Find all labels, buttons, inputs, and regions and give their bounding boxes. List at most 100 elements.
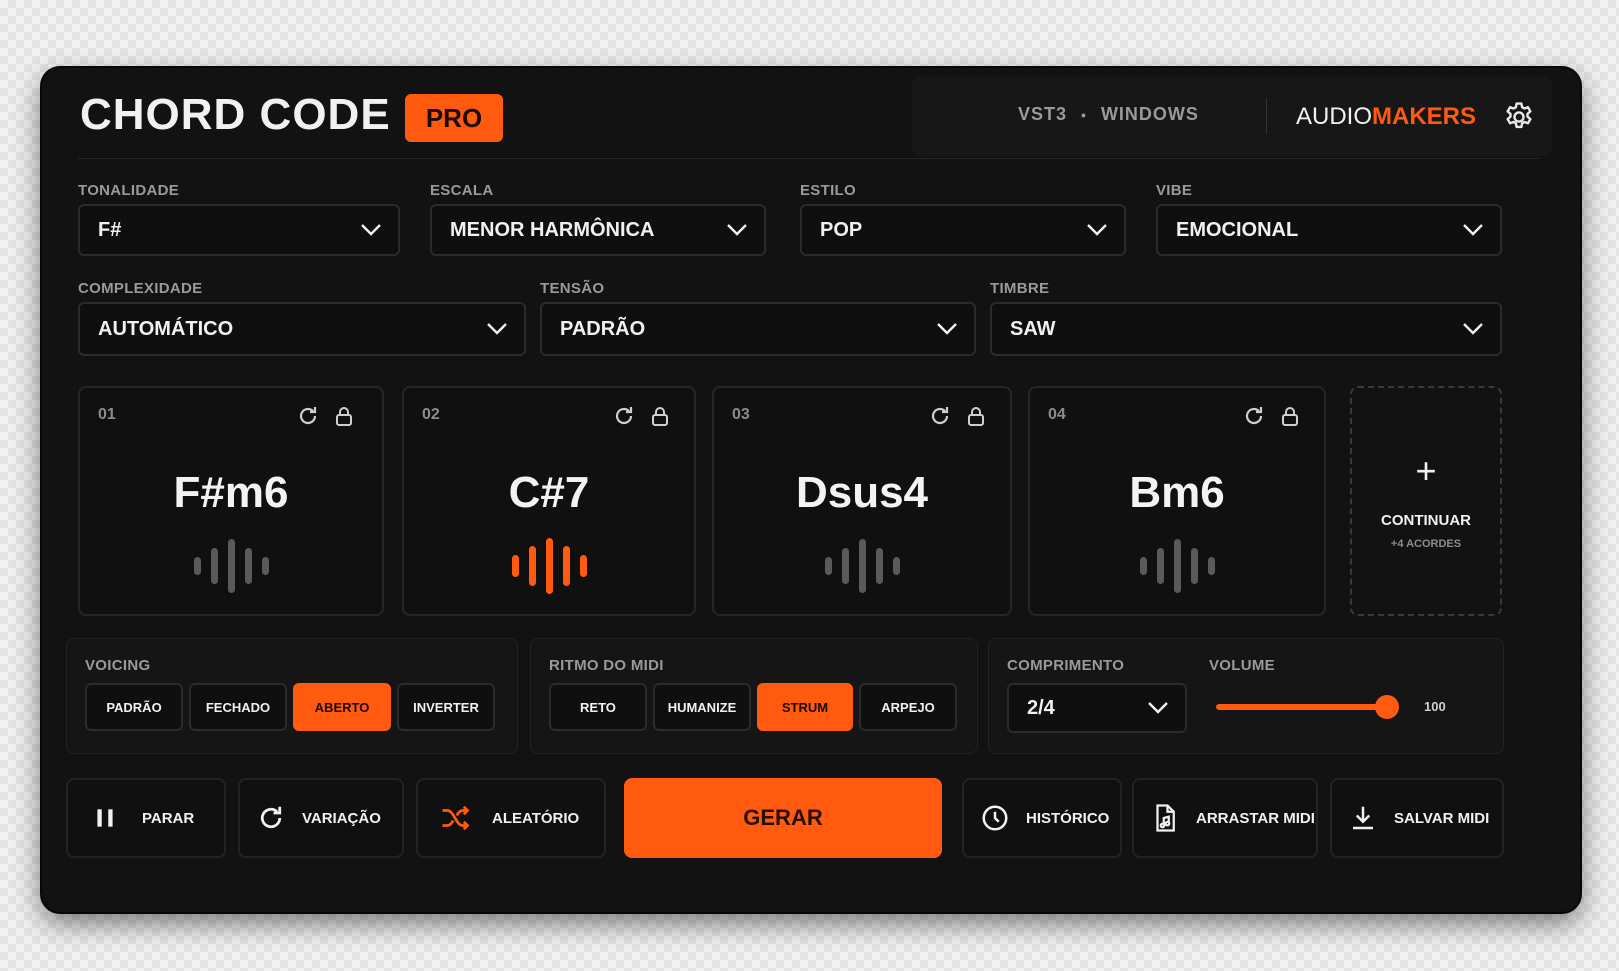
chevron-down-icon (361, 224, 381, 236)
shuffle-icon (440, 803, 470, 833)
logo-part-2: MAKERS (1372, 103, 1477, 130)
audio-makers-logo: AUDIOMAKERS (1296, 103, 1476, 131)
continue-sublabel: +4 ACORDES (1390, 538, 1462, 550)
volume-value: 100 (1424, 699, 1446, 714)
voicing-option-aberto[interactable]: ABERTO (293, 683, 391, 731)
lock-icon[interactable] (964, 404, 988, 428)
chevron-down-icon (1463, 323, 1483, 335)
continue-label: CONTINUAR (1381, 512, 1471, 529)
chevron-down-icon (1148, 702, 1168, 714)
midi-file-icon (1150, 803, 1180, 833)
length-label: COMPRIMENTO (1007, 657, 1125, 674)
regenerate-icon[interactable] (928, 404, 952, 428)
download-icon (1348, 803, 1378, 833)
tonalidade-label: TONALIDADE (78, 182, 180, 199)
gear-icon[interactable] (1502, 100, 1536, 134)
voicing-group: VOICING PADRÃO FECHADO ABERTO INVERTER (66, 638, 518, 754)
waveform-icon (714, 538, 1010, 594)
rhythm-option-reto[interactable]: RETO (549, 683, 647, 731)
rhythm-option-arpejo[interactable]: ARPEJO (859, 683, 957, 731)
timbre-label: TIMBRE (990, 280, 1050, 297)
escala-value: MENOR HARMÔNICA (450, 218, 655, 241)
plugin-window: CHORD CODE PRO VST3 • WINDOWS AUDIOMAKER… (42, 68, 1580, 912)
chevron-down-icon (937, 323, 957, 335)
continue-button[interactable]: + CONTINUAR +4 ACORDES (1350, 386, 1502, 616)
regenerate-icon[interactable] (1242, 404, 1266, 428)
lock-icon[interactable] (648, 404, 672, 428)
header-divider (1266, 98, 1267, 134)
complexidade-select[interactable]: AUTOMÁTICO (78, 302, 526, 356)
voicing-option-inverter[interactable]: INVERTER (397, 683, 495, 731)
history-button[interactable]: HISTÓRICO (962, 778, 1122, 858)
waveform-icon (404, 538, 694, 594)
history-label: HISTÓRICO (1026, 809, 1110, 827)
pause-icon (90, 803, 120, 833)
escala-label: ESCALA (430, 182, 494, 199)
estilo-label: ESTILO (800, 182, 856, 199)
volume-slider-track[interactable] (1216, 704, 1388, 710)
lock-icon[interactable] (332, 404, 356, 428)
length-value: 2/4 (1027, 696, 1055, 719)
volume-slider-handle[interactable] (1375, 695, 1399, 719)
estilo-select[interactable]: POP (800, 204, 1126, 256)
complexidade-value: AUTOMÁTICO (98, 317, 234, 340)
pro-badge: PRO (405, 94, 503, 142)
drag-midi-button[interactable]: ARRASTAR MIDI (1132, 778, 1318, 858)
stop-label: PARAR (142, 809, 195, 827)
chord-card[interactable]: 03 Dsus4 (712, 386, 1012, 616)
chord-index: 03 (732, 406, 750, 423)
timbre-select[interactable]: SAW (990, 302, 1502, 356)
length-volume-group: COMPRIMENTO VOLUME 2/4 (988, 638, 1504, 754)
chord-index: 02 (422, 406, 440, 423)
regenerate-icon[interactable] (612, 404, 636, 428)
format-label: VST3 (1018, 104, 1068, 124)
meta-separator: • (1081, 106, 1087, 123)
waveform-icon (80, 538, 382, 594)
chord-name: Bm6 (1129, 468, 1225, 517)
chevron-down-icon (727, 224, 747, 236)
complexidade-label: COMPLEXIDADE (78, 280, 203, 297)
variation-button[interactable]: VARIAÇÃO (238, 778, 404, 858)
volume-label: VOLUME (1209, 657, 1275, 674)
vibe-label: VIBE (1156, 182, 1193, 199)
save-midi-label: SALVAR MIDI (1394, 809, 1490, 827)
chord-card[interactable]: 04 Bm6 (1028, 386, 1326, 616)
timbre-value: SAW (1010, 317, 1056, 340)
vibe-value: EMOCIONAL (1176, 218, 1299, 241)
voicing-label: VOICING (85, 657, 151, 674)
chord-name: Dsus4 (795, 468, 929, 517)
escala-select[interactable]: MENOR HARMÔNICA (430, 204, 766, 256)
stop-button[interactable]: PARAR (66, 778, 226, 858)
midi-rhythm-label: RITMO DO MIDI (549, 657, 664, 674)
tensao-label: TENSÃO (540, 280, 605, 297)
voicing-option-fechado[interactable]: FECHADO (189, 683, 287, 731)
chord-card[interactable]: 01 F#m6 (78, 386, 384, 616)
random-label: ALEATÓRIO (492, 809, 580, 827)
logo-part-1: AUDIO (1296, 103, 1373, 130)
plus-icon: + (1415, 450, 1437, 491)
chevron-down-icon (1463, 224, 1483, 236)
tensao-value: PADRÃO (560, 317, 646, 340)
waveform-icon (1030, 538, 1324, 594)
chord-index: 04 (1048, 406, 1066, 423)
chord-card[interactable]: 02 C#7 (402, 386, 696, 616)
rhythm-option-strum[interactable]: STRUM (757, 683, 853, 731)
tonalidade-select[interactable]: F# (78, 204, 400, 256)
voicing-option-padrao[interactable]: PADRÃO (85, 683, 183, 731)
generate-button[interactable]: GERAR (624, 778, 942, 858)
vibe-select[interactable]: EMOCIONAL (1156, 204, 1502, 256)
platform-label: WINDOWS (1100, 104, 1199, 124)
random-button[interactable]: ALEATÓRIO (416, 778, 606, 858)
rhythm-option-humanize[interactable]: HUMANIZE (653, 683, 751, 731)
refresh-icon (256, 803, 286, 833)
header-rule (78, 158, 1540, 159)
app-title: CHORD CODE (80, 90, 391, 139)
length-select[interactable]: 2/4 (1007, 683, 1187, 733)
chord-name: C#7 (508, 468, 590, 517)
midi-rhythm-group: RITMO DO MIDI RETO HUMANIZE STRUM ARPEJO (530, 638, 978, 754)
lock-icon[interactable] (1278, 404, 1302, 428)
save-midi-button[interactable]: SALVAR MIDI (1330, 778, 1504, 858)
drag-midi-label: ARRASTAR MIDI (1196, 809, 1315, 827)
tensao-select[interactable]: PADRÃO (540, 302, 976, 356)
regenerate-icon[interactable] (296, 404, 320, 428)
